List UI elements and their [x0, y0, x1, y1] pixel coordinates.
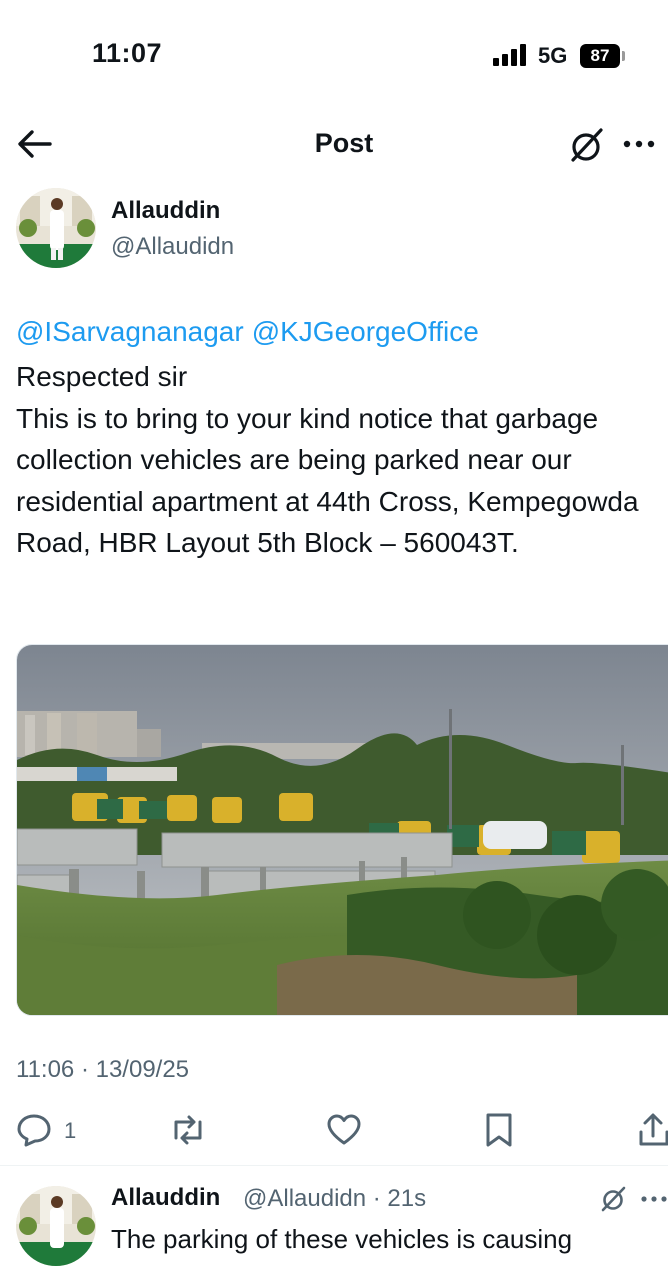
divider: [0, 1165, 668, 1166]
mention-link[interactable]: @KJGeorgeOffice: [252, 316, 479, 347]
author-handle[interactable]: @Allaudidn: [111, 233, 234, 261]
status-time: 11:07: [92, 38, 163, 68]
reply-handle-time[interactable]: @Allaudidn · 21s: [243, 1185, 426, 1213]
battery-tip: [622, 51, 625, 61]
post-photo[interactable]: [16, 644, 668, 1016]
signal-icon: [493, 44, 527, 66]
bookmark-icon[interactable]: [484, 1112, 514, 1150]
like-icon[interactable]: [326, 1112, 362, 1150]
avatar[interactable]: [16, 188, 96, 268]
reply-icon[interactable]: [16, 1112, 52, 1150]
more-icon[interactable]: [622, 130, 658, 158]
grok-icon[interactable]: [568, 126, 606, 164]
author-name[interactable]: Allauddin: [111, 197, 220, 225]
repost-icon[interactable]: [168, 1112, 208, 1150]
post-text: Respected sir This is to bring to your k…: [16, 361, 639, 558]
share-icon[interactable]: [638, 1112, 668, 1150]
reply-avatar[interactable]: [16, 1186, 96, 1266]
battery-icon: 87: [580, 44, 620, 68]
more-icon[interactable]: [640, 1192, 668, 1206]
mentions: @ISarvagnanagar @KJGeorgeOffice: [16, 316, 479, 348]
reply-author-name[interactable]: Allauddin: [111, 1184, 220, 1212]
network-type: 5G: [538, 43, 568, 68]
reply-text: The parking of these vehicles is causing: [111, 1224, 573, 1254]
post-timestamp: 11:06 · 13/09/25: [16, 1056, 190, 1083]
mention-link[interactable]: @ISarvagnanagar: [16, 316, 244, 347]
grok-icon[interactable]: [600, 1185, 628, 1213]
reply-count: 1: [64, 1118, 77, 1143]
